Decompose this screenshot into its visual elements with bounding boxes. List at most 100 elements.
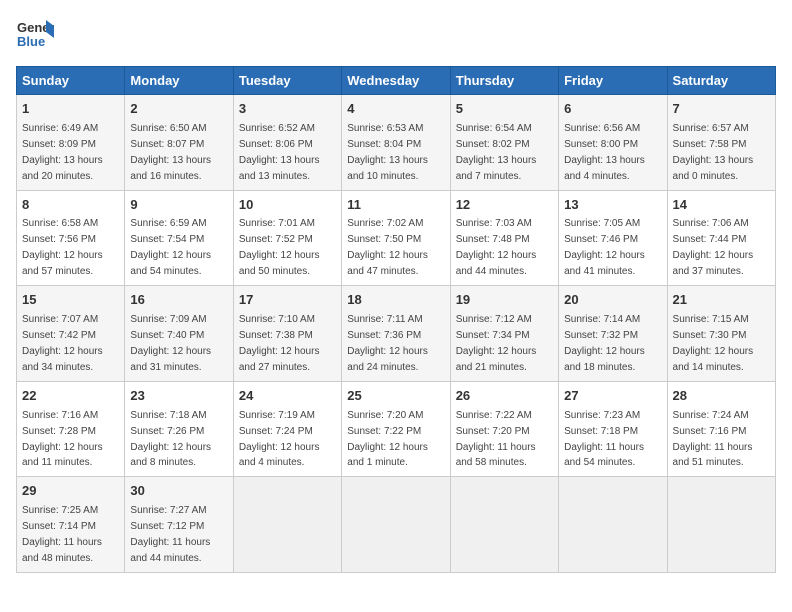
day-number: 7: [673, 100, 770, 119]
day-number: 21: [673, 291, 770, 310]
sunrise: Sunrise: 7:06 AM: [673, 218, 749, 229]
sunrise: Sunrise: 7:10 AM: [239, 314, 315, 325]
daylight: Daylight: 12 hours and 1 minute.: [347, 442, 428, 469]
daylight: Daylight: 12 hours and 37 minutes.: [673, 250, 754, 277]
calendar-cell: 24 Sunrise: 7:19 AM Sunset: 7:24 PM Dayl…: [233, 381, 341, 477]
sunrise: Sunrise: 7:03 AM: [456, 218, 532, 229]
calendar-cell: 4 Sunrise: 6:53 AM Sunset: 8:04 PM Dayli…: [342, 95, 450, 191]
header-cell-sunday: Sunday: [17, 67, 125, 95]
day-number: 29: [22, 482, 119, 501]
calendar-cell: 11 Sunrise: 7:02 AM Sunset: 7:50 PM Dayl…: [342, 190, 450, 286]
sunrise: Sunrise: 6:54 AM: [456, 123, 532, 134]
calendar-cell: 29 Sunrise: 7:25 AM Sunset: 7:14 PM Dayl…: [17, 477, 125, 573]
sunset: Sunset: 7:48 PM: [456, 234, 530, 245]
day-number: 4: [347, 100, 444, 119]
daylight: Daylight: 12 hours and 47 minutes.: [347, 250, 428, 277]
sunrise: Sunrise: 7:14 AM: [564, 314, 640, 325]
daylight: Daylight: 12 hours and 54 minutes.: [130, 250, 211, 277]
header-cell-monday: Monday: [125, 67, 233, 95]
logo: General Blue: [16, 16, 54, 54]
daylight: Daylight: 11 hours and 51 minutes.: [673, 442, 753, 469]
calendar-table: SundayMondayTuesdayWednesdayThursdayFrid…: [16, 66, 776, 573]
sunrise: Sunrise: 7:22 AM: [456, 410, 532, 421]
sunset: Sunset: 7:34 PM: [456, 330, 530, 341]
sunrise: Sunrise: 7:24 AM: [673, 410, 749, 421]
daylight: Daylight: 13 hours and 4 minutes.: [564, 155, 645, 182]
header-cell-wednesday: Wednesday: [342, 67, 450, 95]
calendar-cell: 18 Sunrise: 7:11 AM Sunset: 7:36 PM Dayl…: [342, 286, 450, 382]
calendar-cell: 16 Sunrise: 7:09 AM Sunset: 7:40 PM Dayl…: [125, 286, 233, 382]
sunset: Sunset: 7:44 PM: [673, 234, 747, 245]
day-number: 27: [564, 387, 661, 406]
sunrise: Sunrise: 7:16 AM: [22, 410, 98, 421]
daylight: Daylight: 12 hours and 8 minutes.: [130, 442, 211, 469]
sunset: Sunset: 7:36 PM: [347, 330, 421, 341]
calendar-cell: 7 Sunrise: 6:57 AM Sunset: 7:58 PM Dayli…: [667, 95, 775, 191]
sunset: Sunset: 7:58 PM: [673, 139, 747, 150]
sunset: Sunset: 7:28 PM: [22, 426, 96, 437]
sunset: Sunset: 8:00 PM: [564, 139, 638, 150]
daylight: Daylight: 12 hours and 44 minutes.: [456, 250, 537, 277]
sunrise: Sunrise: 7:01 AM: [239, 218, 315, 229]
calendar-week-3: 15 Sunrise: 7:07 AM Sunset: 7:42 PM Dayl…: [17, 286, 776, 382]
calendar-cell: 19 Sunrise: 7:12 AM Sunset: 7:34 PM Dayl…: [450, 286, 558, 382]
calendar-cell: [559, 477, 667, 573]
daylight: Daylight: 12 hours and 24 minutes.: [347, 346, 428, 373]
sunset: Sunset: 8:06 PM: [239, 139, 313, 150]
sunrise: Sunrise: 7:09 AM: [130, 314, 206, 325]
daylight: Daylight: 12 hours and 18 minutes.: [564, 346, 645, 373]
sunset: Sunset: 8:02 PM: [456, 139, 530, 150]
calendar-cell: [667, 477, 775, 573]
daylight: Daylight: 12 hours and 14 minutes.: [673, 346, 754, 373]
sunrise: Sunrise: 7:23 AM: [564, 410, 640, 421]
calendar-cell: 14 Sunrise: 7:06 AM Sunset: 7:44 PM Dayl…: [667, 190, 775, 286]
sunset: Sunset: 7:16 PM: [673, 426, 747, 437]
sunrise: Sunrise: 7:25 AM: [22, 505, 98, 516]
day-number: 24: [239, 387, 336, 406]
day-number: 17: [239, 291, 336, 310]
sunrise: Sunrise: 7:15 AM: [673, 314, 749, 325]
sunset: Sunset: 7:56 PM: [22, 234, 96, 245]
sunset: Sunset: 7:20 PM: [456, 426, 530, 437]
sunrise: Sunrise: 7:07 AM: [22, 314, 98, 325]
calendar-cell: 17 Sunrise: 7:10 AM Sunset: 7:38 PM Dayl…: [233, 286, 341, 382]
calendar-cell: 28 Sunrise: 7:24 AM Sunset: 7:16 PM Dayl…: [667, 381, 775, 477]
day-number: 12: [456, 196, 553, 215]
daylight: Daylight: 11 hours and 58 minutes.: [456, 442, 536, 469]
calendar-cell: 22 Sunrise: 7:16 AM Sunset: 7:28 PM Dayl…: [17, 381, 125, 477]
sunrise: Sunrise: 7:19 AM: [239, 410, 315, 421]
day-number: 5: [456, 100, 553, 119]
day-number: 16: [130, 291, 227, 310]
calendar-cell: 26 Sunrise: 7:22 AM Sunset: 7:20 PM Dayl…: [450, 381, 558, 477]
day-number: 10: [239, 196, 336, 215]
day-number: 6: [564, 100, 661, 119]
daylight: Daylight: 12 hours and 4 minutes.: [239, 442, 320, 469]
sunset: Sunset: 7:38 PM: [239, 330, 313, 341]
calendar-cell: 25 Sunrise: 7:20 AM Sunset: 7:22 PM Dayl…: [342, 381, 450, 477]
calendar-cell: 8 Sunrise: 6:58 AM Sunset: 7:56 PM Dayli…: [17, 190, 125, 286]
header-cell-thursday: Thursday: [450, 67, 558, 95]
calendar-cell: 1 Sunrise: 6:49 AM Sunset: 8:09 PM Dayli…: [17, 95, 125, 191]
calendar-cell: 10 Sunrise: 7:01 AM Sunset: 7:52 PM Dayl…: [233, 190, 341, 286]
calendar-cell: 5 Sunrise: 6:54 AM Sunset: 8:02 PM Dayli…: [450, 95, 558, 191]
day-number: 18: [347, 291, 444, 310]
day-number: 3: [239, 100, 336, 119]
day-number: 25: [347, 387, 444, 406]
day-number: 15: [22, 291, 119, 310]
sunset: Sunset: 7:26 PM: [130, 426, 204, 437]
day-number: 9: [130, 196, 227, 215]
sunset: Sunset: 7:50 PM: [347, 234, 421, 245]
sunset: Sunset: 7:52 PM: [239, 234, 313, 245]
calendar-cell: [342, 477, 450, 573]
day-number: 20: [564, 291, 661, 310]
svg-text:Blue: Blue: [17, 34, 45, 49]
calendar-cell: 15 Sunrise: 7:07 AM Sunset: 7:42 PM Dayl…: [17, 286, 125, 382]
daylight: Daylight: 12 hours and 57 minutes.: [22, 250, 103, 277]
daylight: Daylight: 13 hours and 20 minutes.: [22, 155, 103, 182]
daylight: Daylight: 12 hours and 50 minutes.: [239, 250, 320, 277]
day-number: 28: [673, 387, 770, 406]
sunrise: Sunrise: 6:57 AM: [673, 123, 749, 134]
header-cell-tuesday: Tuesday: [233, 67, 341, 95]
calendar-cell: 21 Sunrise: 7:15 AM Sunset: 7:30 PM Dayl…: [667, 286, 775, 382]
daylight: Daylight: 11 hours and 48 minutes.: [22, 537, 102, 564]
